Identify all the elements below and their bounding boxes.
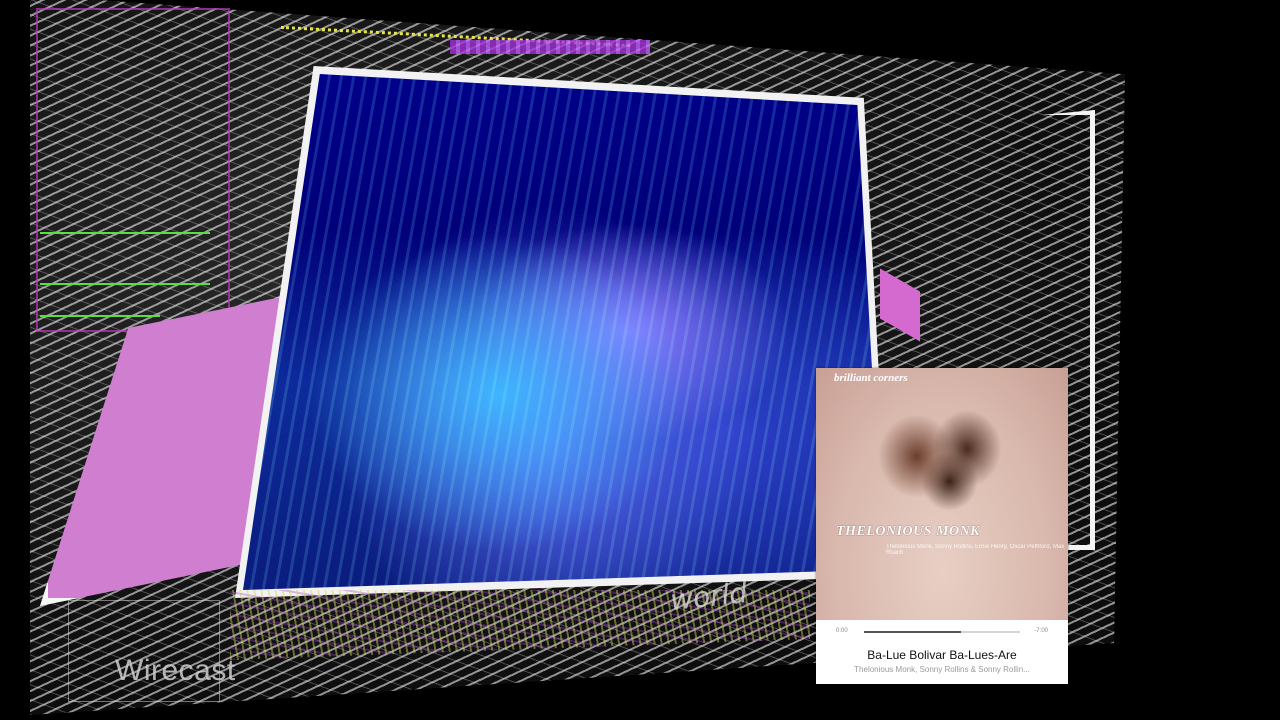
purple-noise-band (450, 40, 650, 54)
time-remaining: -7:00 (1034, 628, 1048, 634)
green-line-2 (40, 283, 210, 285)
video-glitch-overlay (243, 74, 883, 590)
album-art-title: THELONIOUS MONK (836, 524, 981, 539)
wirecast-watermark: Wirecast (115, 654, 236, 687)
time-elapsed: 0:00 (836, 628, 848, 634)
now-playing-card: brilliant corners THELONIOUS MONK Thelon… (816, 368, 1068, 684)
progress-fill (864, 631, 961, 633)
album-art-subtitle: Thelonious Monk, Sonny Rollins, Ernie He… (886, 544, 1065, 556)
album-art-header: brilliant corners (834, 372, 908, 384)
green-line-1 (40, 232, 210, 234)
song-title: Ba-Lue Bolivar Ba-Lues-Are (867, 648, 1017, 662)
album-art: brilliant corners THELONIOUS MONK Thelon… (816, 368, 1068, 620)
song-artist: Thelonious Monk, Sonny Rollins & Sonny R… (854, 665, 1030, 674)
progress-track[interactable] (864, 631, 1020, 633)
playback-progress: 0:00 -7:00 (816, 626, 1068, 642)
stream-scene: world Wirecast brilliant corners THELONI… (0, 0, 1280, 720)
green-line-3 (40, 315, 160, 317)
